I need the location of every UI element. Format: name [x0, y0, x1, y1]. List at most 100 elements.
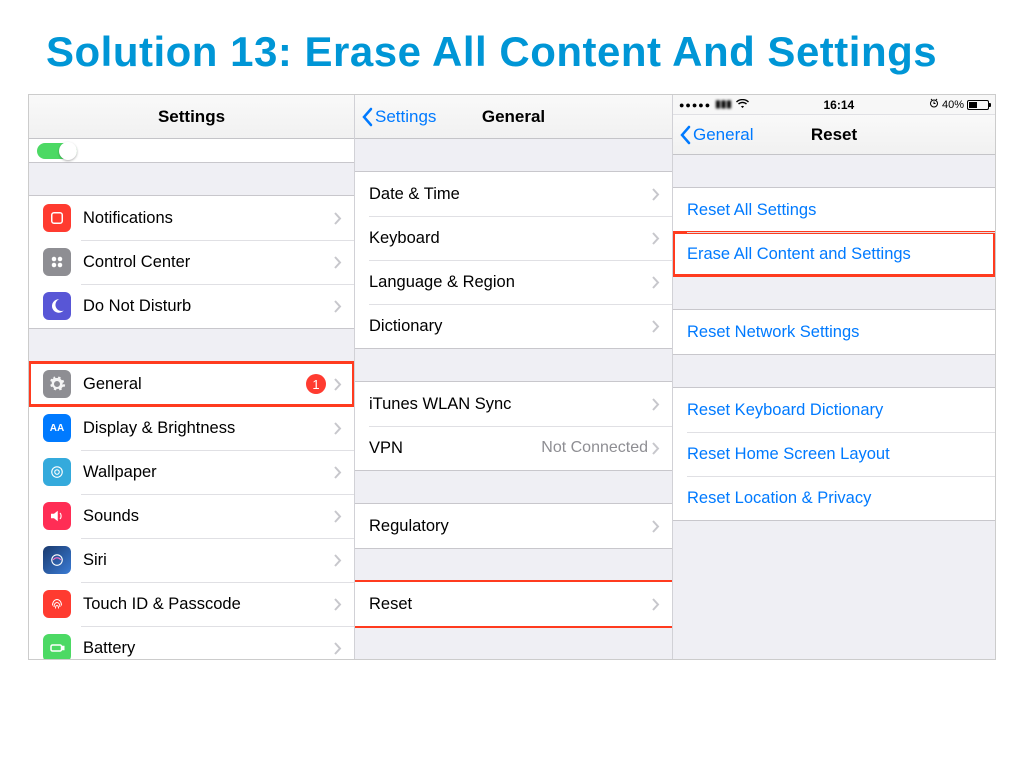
- reset-group-b: Reset Network Settings: [673, 309, 995, 355]
- row-battery[interactable]: Battery: [29, 626, 354, 659]
- row-label: Regulatory: [369, 517, 652, 536]
- row-vpn[interactable]: VPN Not Connected: [355, 426, 672, 470]
- row-label: Touch ID & Passcode: [83, 595, 334, 614]
- nav-title: Settings: [29, 107, 354, 127]
- control-center-icon: [43, 248, 71, 276]
- page-title: Solution 13: Erase All Content And Setti…: [0, 0, 1024, 94]
- chevron-right-icon: [652, 520, 660, 533]
- back-label: General: [693, 125, 753, 145]
- chevron-right-icon: [334, 554, 342, 567]
- row-label: Reset: [369, 595, 652, 614]
- row-keyboard[interactable]: Keyboard: [355, 216, 672, 260]
- row-label: Reset Home Screen Layout: [687, 445, 983, 464]
- back-button[interactable]: General: [673, 125, 753, 145]
- back-label: Settings: [375, 107, 436, 127]
- row-general[interactable]: General 1: [29, 362, 354, 406]
- row-label: Battery: [83, 639, 334, 658]
- panel-general: Settings General Date & Time Keyboard La…: [355, 95, 673, 659]
- chevron-left-icon: [679, 125, 691, 145]
- toggle-remnant: [29, 139, 354, 163]
- row-control-center[interactable]: Control Center: [29, 240, 354, 284]
- row-reset-all-settings[interactable]: Reset All Settings: [673, 188, 995, 232]
- battery-icon: [43, 634, 71, 659]
- row-label: iTunes WLAN Sync: [369, 395, 652, 414]
- chevron-right-icon: [334, 466, 342, 479]
- row-label: Reset Keyboard Dictionary: [687, 401, 983, 420]
- settings-group-a: Notifications Control Center Do Not Dist…: [29, 195, 354, 329]
- row-label: Wallpaper: [83, 463, 334, 482]
- row-itunes-wlan-sync[interactable]: iTunes WLAN Sync: [355, 382, 672, 426]
- row-language-region[interactable]: Language & Region: [355, 260, 672, 304]
- chevron-right-icon: [334, 256, 342, 269]
- panel-reset: ●●●●● ▮▮▮ 16:14 40% General Reset Reset …: [673, 95, 995, 659]
- chevron-right-icon: [652, 320, 660, 333]
- row-label: Sounds: [83, 507, 334, 526]
- chevron-right-icon: [652, 598, 660, 611]
- alarm-icon: [929, 98, 939, 111]
- battery-icon: [967, 100, 989, 110]
- carrier-label: ▮▮▮: [715, 99, 732, 110]
- general-group-a: Date & Time Keyboard Language & Region D…: [355, 171, 672, 349]
- row-do-not-disturb[interactable]: Do Not Disturb: [29, 284, 354, 328]
- row-date-time[interactable]: Date & Time: [355, 172, 672, 216]
- chevron-right-icon: [334, 212, 342, 225]
- fingerprint-icon: [43, 590, 71, 618]
- panels-container: Settings Notifications Control Center Do…: [28, 94, 996, 660]
- row-label: Language & Region: [369, 273, 652, 292]
- wallpaper-icon: [43, 458, 71, 486]
- notifications-icon: [43, 204, 71, 232]
- row-display-brightness[interactable]: AA Display & Brightness: [29, 406, 354, 450]
- row-label: Display & Brightness: [83, 419, 334, 438]
- status-bar: ●●●●● ▮▮▮ 16:14 40%: [673, 95, 995, 115]
- chevron-right-icon: [334, 422, 342, 435]
- status-time: 16:14: [749, 98, 929, 112]
- panel-settings: Settings Notifications Control Center Do…: [29, 95, 355, 659]
- row-label: Reset Network Settings: [687, 323, 983, 342]
- row-label: VPN: [369, 439, 541, 458]
- row-label: Notifications: [83, 209, 334, 228]
- row-notifications[interactable]: Notifications: [29, 196, 354, 240]
- chevron-right-icon: [334, 598, 342, 611]
- signal-dots-icon: ●●●●●: [679, 100, 711, 110]
- siri-icon: [43, 546, 71, 574]
- reset-group-c: Reset Keyboard Dictionary Reset Home Scr…: [673, 387, 995, 521]
- chevron-right-icon: [334, 510, 342, 523]
- chevron-right-icon: [334, 642, 342, 655]
- row-reset-keyboard-dict[interactable]: Reset Keyboard Dictionary: [673, 388, 995, 432]
- general-group-c: Regulatory: [355, 503, 672, 549]
- navbar-reset: General Reset: [673, 115, 995, 155]
- speaker-icon: [43, 502, 71, 530]
- chevron-right-icon: [652, 276, 660, 289]
- chevron-right-icon: [652, 232, 660, 245]
- row-label: Date & Time: [369, 185, 652, 204]
- row-label: Erase All Content and Settings: [687, 245, 983, 264]
- row-regulatory[interactable]: Regulatory: [355, 504, 672, 548]
- row-reset[interactable]: Reset: [355, 582, 672, 626]
- row-label: Do Not Disturb: [83, 297, 334, 316]
- row-siri[interactable]: Siri: [29, 538, 354, 582]
- row-wallpaper[interactable]: Wallpaper: [29, 450, 354, 494]
- row-reset-network[interactable]: Reset Network Settings: [673, 310, 995, 354]
- chevron-right-icon: [652, 398, 660, 411]
- row-erase-all-content[interactable]: Erase All Content and Settings: [673, 232, 995, 276]
- chevron-left-icon: [361, 107, 373, 127]
- row-sounds[interactable]: Sounds: [29, 494, 354, 538]
- row-label: General: [83, 375, 306, 394]
- row-label: Control Center: [83, 253, 334, 272]
- chevron-right-icon: [334, 300, 342, 313]
- row-dictionary[interactable]: Dictionary: [355, 304, 672, 348]
- back-button[interactable]: Settings: [355, 107, 436, 127]
- chevron-right-icon: [652, 188, 660, 201]
- reset-group-a: Reset All Settings Erase All Content and…: [673, 187, 995, 277]
- moon-icon: [43, 292, 71, 320]
- row-label: Reset Location & Privacy: [687, 489, 983, 508]
- chevron-right-icon: [334, 378, 342, 391]
- display-icon: AA: [43, 414, 71, 442]
- settings-group-b: General 1 AA Display & Brightness Wallpa…: [29, 361, 354, 659]
- row-reset-home-layout[interactable]: Reset Home Screen Layout: [673, 432, 995, 476]
- navbar-settings: Settings: [29, 95, 354, 139]
- general-group-b: iTunes WLAN Sync VPN Not Connected: [355, 381, 672, 471]
- row-touchid-passcode[interactable]: Touch ID & Passcode: [29, 582, 354, 626]
- row-reset-location-privacy[interactable]: Reset Location & Privacy: [673, 476, 995, 520]
- chevron-right-icon: [652, 442, 660, 455]
